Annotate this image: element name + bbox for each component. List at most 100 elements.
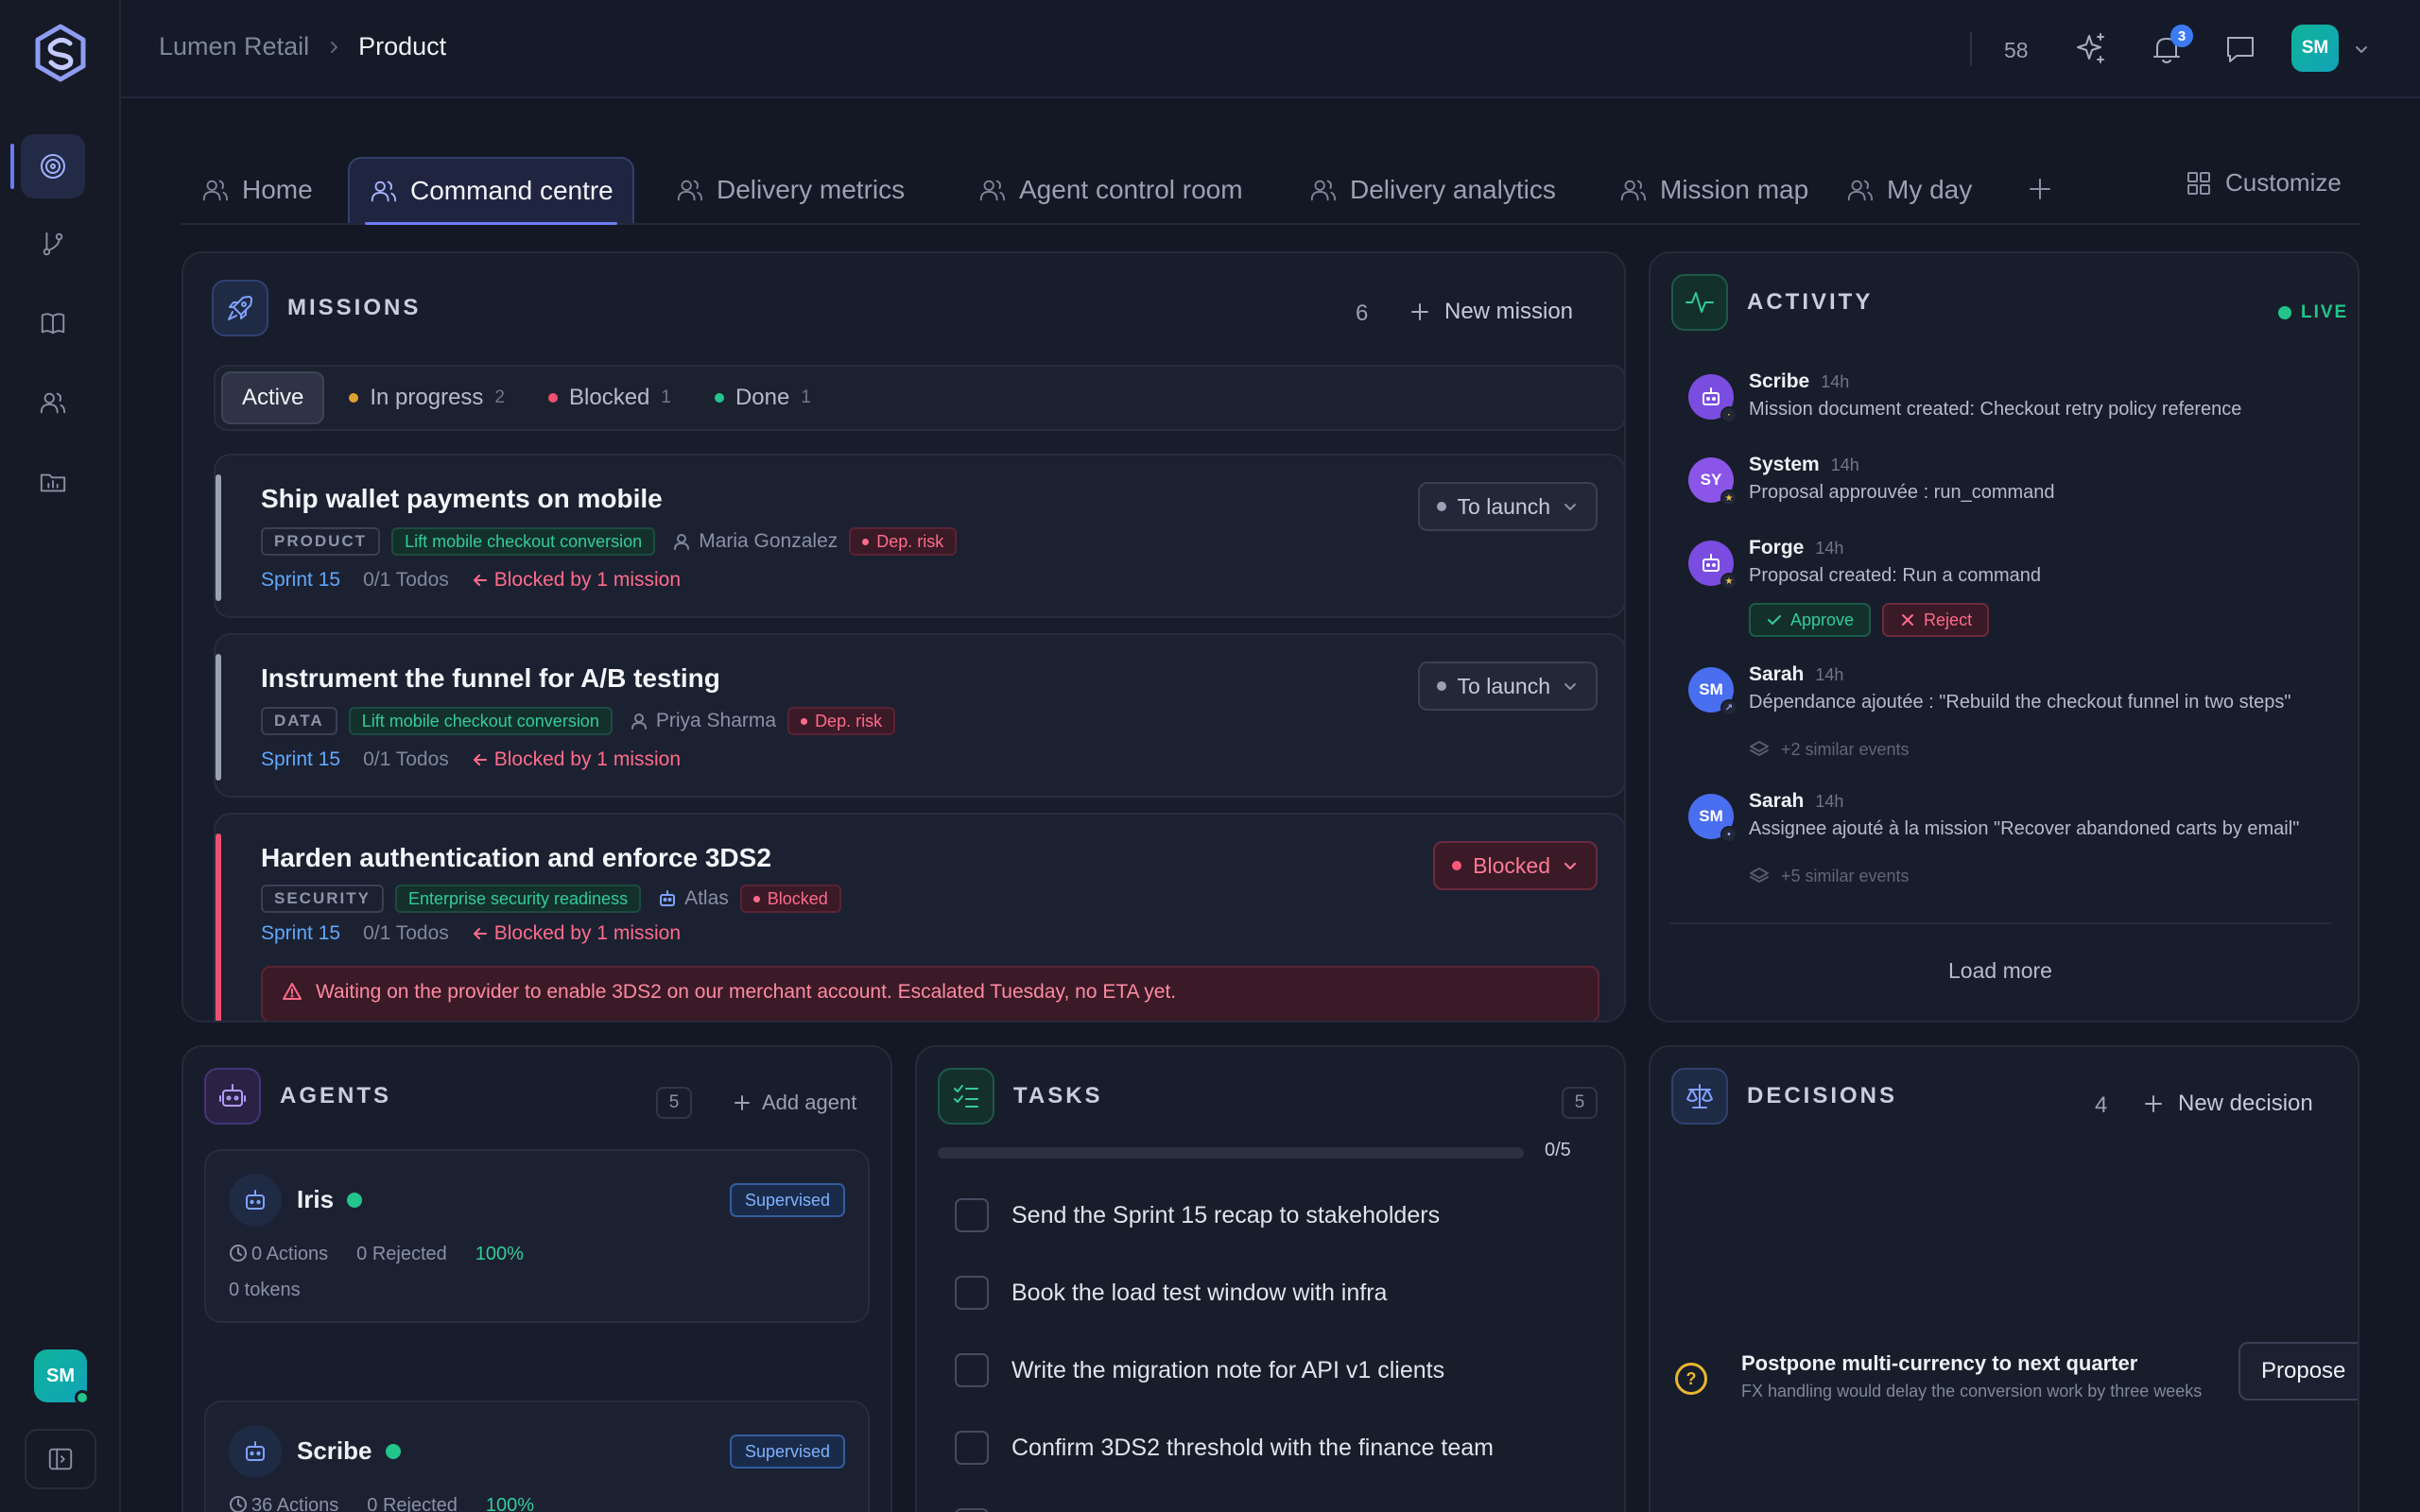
agent-card[interactable]: Iris Supervised 0 Actions 0 Rejected 100… — [204, 1149, 870, 1323]
rail-team-button[interactable] — [21, 370, 85, 435]
blocked-by-link[interactable]: Blocked by 1 mission — [472, 922, 681, 945]
rail-missions-button[interactable] — [10, 134, 85, 198]
rail-workflows-button[interactable] — [21, 212, 85, 276]
task-checkbox[interactable] — [955, 1508, 989, 1512]
approve-button[interactable]: Approve — [1749, 603, 1872, 637]
add-agent-button[interactable]: Add agent — [732, 1091, 856, 1115]
filter-label: Blocked — [569, 385, 650, 410]
blocked-by-link[interactable]: Blocked by 1 mission — [472, 748, 681, 771]
customize-button[interactable]: Customize — [2186, 168, 2342, 198]
mission-title[interactable]: Instrument the funnel for A/B testing — [261, 663, 720, 694]
plus-icon — [1411, 303, 1428, 320]
mission-status-dropdown[interactable]: To launch — [1417, 662, 1598, 711]
mission-title[interactable]: Harden authentication and enforce 3DS2 — [261, 843, 771, 873]
tab-agent-control-room[interactable]: Agent control room — [959, 157, 1262, 223]
task-checkbox[interactable] — [955, 1198, 989, 1232]
filter-in-progress[interactable]: In progress 2 — [330, 371, 524, 424]
actor-name: System — [1749, 454, 1820, 475]
plus-icon — [2030, 179, 2050, 199]
activity-text: Proposal created: Run a command — [1749, 565, 2042, 586]
agent-avatar: ★ — [1688, 541, 1737, 590]
agents-panel: AGENTS 5 Add agent Iris Supervised 0 Act… — [182, 1045, 892, 1512]
task-checkbox[interactable] — [955, 1431, 989, 1465]
task-checkbox[interactable] — [955, 1353, 989, 1387]
user-icon — [631, 713, 647, 730]
agent-card[interactable]: Scribe Supervised 36 Actions 0 Rejected … — [204, 1400, 870, 1512]
decisions-title: DECISIONS — [1747, 1083, 1898, 1108]
status-dot — [1452, 861, 1462, 870]
mission-card[interactable]: Ship wallet payments on mobile PRODUCT L… — [214, 454, 1624, 618]
sprint-link[interactable]: Sprint 15 — [261, 569, 340, 592]
decision-item[interactable]: ? Postpone multi-currency to next quarte… — [1675, 1342, 2358, 1416]
status-dot — [349, 393, 359, 403]
app-logo-icon[interactable] — [32, 23, 89, 83]
task-item[interactable]: Write the migration note for API v1 clie… — [955, 1353, 1444, 1387]
tab-mission-map[interactable]: Mission map — [1599, 157, 1827, 223]
blocked-by-link[interactable]: Blocked by 1 mission — [472, 569, 681, 592]
dashboard-tabs: Home Command centre Delivery metrics Age… — [182, 157, 2360, 225]
new-mission-button[interactable]: New mission — [1409, 299, 1573, 325]
tasks-title: TASKS — [1013, 1083, 1103, 1108]
filter-label: Done — [735, 385, 790, 410]
tab-delivery-analytics[interactable]: Delivery analytics — [1289, 157, 1575, 223]
mission-goal[interactable]: Lift mobile checkout conversion — [348, 707, 613, 735]
ai-sparkle-button[interactable] — [2072, 30, 2110, 68]
decisions-count: 4 — [2095, 1092, 2108, 1118]
mission-goal[interactable]: Enterprise security readiness — [394, 885, 642, 913]
filter-label: Active — [242, 385, 304, 410]
task-checkbox[interactable] — [955, 1276, 989, 1310]
mission-tags: DATA Lift mobile checkout conversion Pri… — [261, 707, 896, 735]
new-decision-button[interactable]: New decision — [2142, 1091, 2313, 1117]
mission-status-dropdown[interactable]: To launch — [1417, 482, 1598, 531]
reject-button[interactable]: Reject — [1882, 603, 1990, 637]
tab-home[interactable]: Home — [182, 157, 332, 223]
tab-command-centre[interactable]: Command centre — [348, 157, 634, 225]
task-item[interactable]: Send the Sprint 15 recap to stakeholders — [955, 1198, 1440, 1232]
breadcrumb-workspace[interactable]: Lumen Retail — [159, 32, 309, 61]
chevron-down-icon[interactable] — [2352, 40, 2371, 59]
notifications-button[interactable]: 3 — [2148, 25, 2193, 68]
collapse-sidebar-button[interactable] — [25, 1429, 96, 1489]
users-icon — [1620, 180, 1647, 201]
similar-events[interactable]: +5 similar events — [1749, 866, 1910, 886]
rail-reports-button[interactable] — [21, 450, 85, 514]
similar-events[interactable]: +2 similar events — [1749, 739, 1910, 760]
tab-my-day[interactable]: My day — [1826, 157, 1991, 223]
status-mini-badge: ↗ — [1720, 699, 1737, 716]
activity-time: 14h — [1830, 455, 1859, 474]
actions-count: 0 Actions — [251, 1244, 329, 1264]
supervised-badge: Supervised — [729, 1183, 845, 1217]
mission-status-dropdown[interactable]: Blocked — [1433, 841, 1598, 890]
tab-delivery-metrics[interactable]: Delivery metrics — [656, 157, 924, 223]
sprint-link[interactable]: Sprint 15 — [261, 748, 340, 771]
add-tab-button[interactable] — [2025, 174, 2055, 204]
agent-avatar: · — [1688, 374, 1737, 423]
sprint-link[interactable]: Sprint 15 — [261, 922, 340, 945]
messages-button[interactable] — [2221, 30, 2259, 68]
blocked-badge: Blocked — [739, 885, 841, 913]
mission-filters: Active In progress 2 Blocked 1 Done 1 — [214, 365, 1624, 431]
filter-active[interactable]: Active — [221, 371, 325, 424]
live-label: LIVE — [2301, 302, 2349, 322]
rail-user-avatar[interactable]: SM — [34, 1349, 90, 1405]
mission-card[interactable]: Instrument the funnel for A/B testing DA… — [214, 633, 1624, 798]
filter-count: 1 — [801, 387, 811, 407]
propose-button[interactable]: Propose — [2238, 1342, 2358, 1400]
mission-title[interactable]: Ship wallet payments on mobile — [261, 484, 663, 514]
filter-blocked[interactable]: Blocked 1 — [529, 371, 690, 424]
avatar-initials: SM — [46, 1365, 75, 1386]
mission-goal[interactable]: Lift mobile checkout conversion — [391, 527, 656, 556]
task-item[interactable] — [955, 1508, 989, 1512]
customize-label: Customize — [2225, 168, 2342, 197]
mission-card[interactable]: Harden authentication and enforce 3DS2 S… — [214, 813, 1624, 1021]
tasks-header: TASKS — [938, 1068, 1103, 1125]
task-item[interactable]: Confirm 3DS2 threshold with the finance … — [955, 1431, 1494, 1465]
task-item[interactable]: Book the load test window with infra — [955, 1276, 1387, 1310]
load-more-button[interactable]: Load more — [1651, 958, 2350, 984]
warning-triangle-icon — [283, 983, 302, 1000]
branch-icon — [43, 232, 63, 256]
decisions-header: DECISIONS — [1671, 1068, 1897, 1125]
user-avatar-button[interactable]: SM — [2291, 25, 2339, 72]
rail-docs-button[interactable] — [21, 291, 85, 355]
filter-done[interactable]: Done 1 — [696, 371, 830, 424]
